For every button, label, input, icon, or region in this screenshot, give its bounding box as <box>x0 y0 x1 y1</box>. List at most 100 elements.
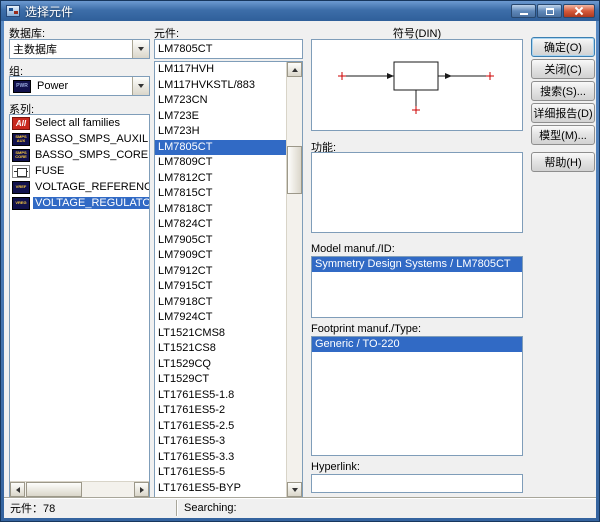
component-item-label: LM7818CT <box>158 203 212 215</box>
family-list-item[interactable]: SMPS CORE BASSO_SMPS_CORE <box>10 147 149 163</box>
family-list-item[interactable]: FUSE <box>10 163 149 179</box>
family-item-label: VOLTAGE_REFERENCE <box>33 181 150 193</box>
group-dropdown-button[interactable] <box>132 77 149 95</box>
component-vscrollbar[interactable] <box>286 62 302 497</box>
component-list-item[interactable]: LT1761ES5-5 <box>155 465 286 481</box>
din-regulator-symbol <box>312 40 522 130</box>
component-item-label: LM7824CT <box>158 218 212 230</box>
component-item-label: LT1761ES5-2.5 <box>158 420 234 432</box>
family-listbox: All Select all families SMPS AUX BASSO_S… <box>9 114 150 498</box>
vscroll-thumb[interactable] <box>287 146 302 194</box>
component-item-label: LT1761ES5-BYP <box>158 482 241 494</box>
footprint-listbox: Generic / TO-220 <box>311 336 523 456</box>
component-list-item[interactable]: LM723CN <box>155 93 286 109</box>
database-dropdown-button[interactable] <box>132 40 149 58</box>
component-item-label: LT1529CT <box>158 373 209 385</box>
component-list-item[interactable]: LM7809CT <box>155 155 286 171</box>
footprint-label: Footprint manuf./Type: <box>311 323 421 335</box>
model-button[interactable]: 模型(M)... <box>531 125 595 145</box>
model-list-item[interactable]: Symmetry Design Systems / LM7805CT <box>312 257 522 272</box>
component-list-item[interactable]: LM7909CT <box>155 248 286 264</box>
component-dialog-icon <box>6 5 20 17</box>
detail-report-button[interactable]: 详细报告(D) <box>531 103 595 123</box>
footprint-list-item[interactable]: Generic / TO-220 <box>312 337 522 352</box>
all-families-icon: All <box>12 117 30 130</box>
component-list-item[interactable]: LT1761ES5-BYP <box>155 481 286 497</box>
close-button[interactable] <box>563 4 595 18</box>
dialog-body: 数据库: 主数据库 组: PWR Power 系列: All Select al… <box>4 21 596 518</box>
component-item-label: LM723H <box>158 125 200 137</box>
component-item-label: LM117HVH <box>158 63 214 75</box>
family-hscrollbar[interactable] <box>10 481 149 497</box>
component-list-item[interactable]: LM7905CT <box>155 233 286 249</box>
component-item-label: LM7924CT <box>158 311 212 323</box>
component-list-item[interactable]: LT1761ES5-2.5 <box>155 419 286 435</box>
component-item-label: LM7812CT <box>158 172 212 184</box>
voltage-reference-icon: VREF <box>12 181 30 194</box>
scroll-left-button[interactable] <box>10 482 25 497</box>
maximize-button[interactable] <box>537 4 562 18</box>
family-item-label: VOLTAGE_REGULATOR <box>33 197 150 209</box>
component-list-item[interactable]: LM7915CT <box>155 279 286 295</box>
scroll-right-button[interactable] <box>134 482 149 497</box>
component-list-item[interactable]: LM7824CT <box>155 217 286 233</box>
component-item-label: LT1521CS8 <box>158 342 216 354</box>
database-combobox[interactable]: 主数据库 <box>9 39 150 59</box>
component-list-item[interactable]: LM7818CT <box>155 202 286 218</box>
close-dialog-button[interactable]: 关闭(C) <box>531 59 595 79</box>
family-list-item[interactable]: VREF VOLTAGE_REFERENCE <box>10 179 149 195</box>
component-list-item[interactable]: LT1761ES5-1.8 <box>155 388 286 404</box>
component-list-item[interactable]: LM7812CT <box>155 171 286 187</box>
group-combobox[interactable]: PWR Power <box>9 76 150 96</box>
component-list-item[interactable]: LM7912CT <box>155 264 286 280</box>
component-filter-input[interactable] <box>154 39 303 59</box>
help-button[interactable]: 帮助(H) <box>531 152 595 172</box>
component-item-label: LM723E <box>158 110 199 122</box>
component-item-label: LT1529CQ <box>158 358 211 370</box>
component-item-label: LM7918CT <box>158 296 212 308</box>
title-bar[interactable]: 选择元件 <box>1 1 599 21</box>
component-item-label: LM723CN <box>158 94 208 106</box>
component-list-item[interactable]: LM723H <box>155 124 286 140</box>
hyperlink-label: Hyperlink: <box>311 461 360 473</box>
component-list-item[interactable]: LM7805CT <box>155 140 286 156</box>
smps-auxiliary-icon: SMPS AUX <box>12 133 30 146</box>
component-list-item[interactable]: LT1521CS8 <box>155 341 286 357</box>
power-group-icon: PWR <box>13 80 31 93</box>
component-item-label: LM7905CT <box>158 234 212 246</box>
database-value: 主数据库 <box>10 41 132 57</box>
component-list-item[interactable]: LM7924CT <box>155 310 286 326</box>
component-item-label: LT1761ES5-5 <box>158 466 225 478</box>
component-list-item[interactable]: LT1761ES5-3.3 <box>155 450 286 466</box>
symbol-preview <box>311 39 523 131</box>
family-list: All Select all families SMPS AUX BASSO_S… <box>10 115 149 211</box>
group-value: Power <box>37 80 68 92</box>
family-list-item[interactable]: VREG VOLTAGE_REGULATOR <box>10 195 149 211</box>
scroll-up-button[interactable] <box>287 62 302 77</box>
component-list-item[interactable]: LT1761ES5-2 <box>155 403 286 419</box>
family-list-item[interactable]: SMPS AUX BASSO_SMPS_AUXILIARY <box>10 131 149 147</box>
arrow-up-icon <box>292 68 298 72</box>
component-item-label: LM7909CT <box>158 249 212 261</box>
ok-button[interactable]: 确定(O) <box>531 37 595 57</box>
component-list-item[interactable]: LM7918CT <box>155 295 286 311</box>
hscroll-thumb[interactable] <box>26 482 82 497</box>
minimize-icon <box>520 13 528 15</box>
family-list-item[interactable]: All Select all families <box>10 115 149 131</box>
component-list-item[interactable]: LM723E <box>155 109 286 125</box>
search-button[interactable]: 搜索(S)... <box>531 81 595 101</box>
family-item-label: FUSE <box>33 165 66 177</box>
scroll-down-button[interactable] <box>287 482 302 497</box>
component-list-item[interactable]: LT1761ES5-3 <box>155 434 286 450</box>
component-list-item[interactable]: LM7815CT <box>155 186 286 202</box>
component-list-item[interactable]: LT1529CT <box>155 372 286 388</box>
component-list-item[interactable]: LM117HVKSTL/883 <box>155 78 286 94</box>
component-item-label: LM7815CT <box>158 187 212 199</box>
component-list-item[interactable]: LT1521CMS8 <box>155 326 286 342</box>
component-list-item[interactable]: LM117HVH <box>155 62 286 78</box>
hyperlink-input[interactable] <box>311 474 523 493</box>
minimize-button[interactable] <box>511 4 536 18</box>
component-list-item[interactable]: LT1529CQ <box>155 357 286 373</box>
searching-status: Searching: <box>178 502 243 514</box>
arrow-right-icon <box>140 487 144 493</box>
